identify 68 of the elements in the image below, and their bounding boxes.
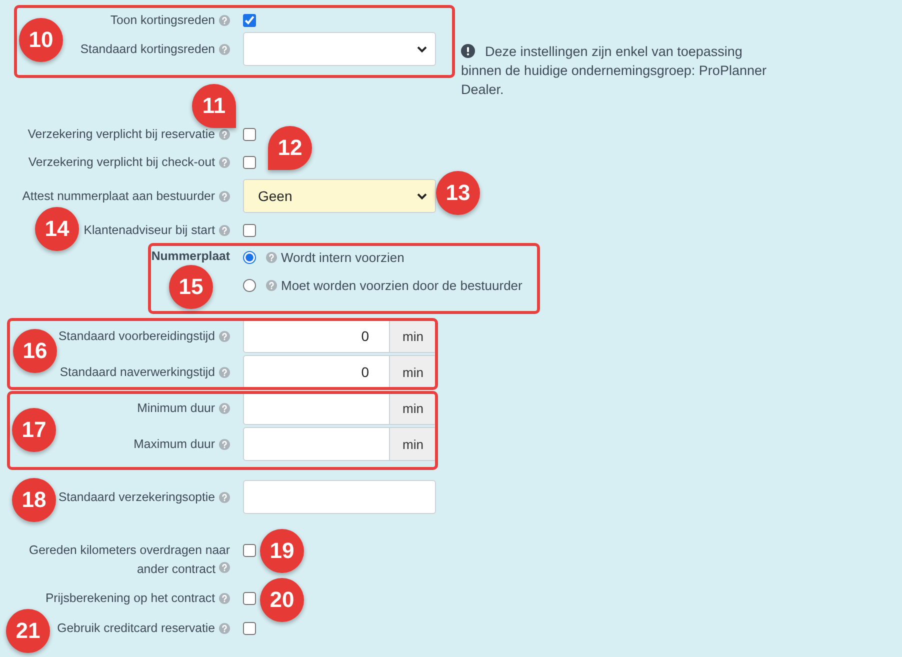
- callout-badge: 13: [436, 171, 480, 215]
- help-icon[interactable]: [219, 224, 230, 236]
- field-label: Maximum duur: [134, 436, 215, 452]
- field-label: Minimum duur: [137, 400, 215, 416]
- input-field[interactable]: [243, 427, 390, 461]
- unit-label: min: [390, 355, 437, 389]
- callout-badge: 19: [260, 529, 304, 573]
- checkbox[interactable]: [243, 622, 256, 634]
- callout-badge: 12: [268, 126, 312, 170]
- chevron-down-icon: [417, 46, 427, 52]
- radio-button[interactable]: [243, 250, 256, 264]
- field-label: Standaard voorbereidingstijd: [58, 328, 215, 344]
- field-label: Prijsberekening op het contract: [45, 590, 215, 606]
- field-label: Klantenadviseur bij start: [84, 222, 215, 238]
- checkbox[interactable]: [243, 14, 256, 26]
- input-field[interactable]: [243, 391, 390, 425]
- field-label: Toon kortingsreden: [110, 12, 215, 28]
- help-icon[interactable]: [219, 492, 230, 502]
- field-label: Standaard naverwerkingstijd: [60, 364, 215, 380]
- field-label: Gereden kilometers overdragen naar ander contract: [28, 542, 230, 578]
- unit-label: min: [390, 427, 437, 461]
- help-icon[interactable]: [219, 562, 230, 573]
- callout-badge: 15: [169, 265, 213, 309]
- callout-badge: 20: [260, 578, 304, 622]
- callout-badge: 17: [12, 408, 56, 452]
- callout-badge: 21: [6, 609, 50, 653]
- radio-label: Wordt intern voorzien: [281, 250, 404, 264]
- callout-badge: 10: [19, 18, 63, 62]
- input-field[interactable]: 0: [243, 355, 390, 389]
- input-field[interactable]: 0: [243, 319, 390, 353]
- exclamation-icon: [461, 44, 475, 58]
- field-label: Gebruik creditcard reservatie: [57, 620, 215, 636]
- callout-badge: 11: [192, 84, 236, 128]
- checkbox[interactable]: [243, 544, 256, 557]
- input-field[interactable]: [243, 480, 436, 514]
- callout-badge: 14: [35, 207, 79, 251]
- help-icon[interactable]: [266, 280, 277, 290]
- chevron-down-icon: [417, 192, 427, 200]
- radio-button[interactable]: [243, 278, 256, 292]
- help-icon[interactable]: [219, 330, 230, 342]
- help-icon[interactable]: [219, 366, 230, 378]
- field-label: Attest nummerplaat aan bestuurder: [22, 188, 215, 204]
- field-label: Verzekering verplicht bij check-out: [28, 154, 215, 170]
- help-icon[interactable]: [219, 128, 230, 140]
- radio-label: Moet worden voorzien door de bestuurder: [281, 278, 522, 292]
- field-label: Standaard verzekeringsoptie: [58, 488, 215, 506]
- checkbox[interactable]: [243, 592, 256, 604]
- info-note: Deze instellingen zijn enkel van toepassing binnen de huidige ondernemingsgroep: ProPlanner Dealer.: [461, 43, 768, 99]
- callout-badge: 18: [12, 478, 56, 522]
- help-icon[interactable]: [219, 14, 230, 26]
- checkbox[interactable]: [243, 128, 256, 140]
- help-icon[interactable]: [219, 190, 230, 202]
- checkbox[interactable]: [243, 224, 256, 236]
- help-icon[interactable]: [219, 402, 230, 414]
- field-label: Nummerplaat: [151, 248, 230, 265]
- help-icon[interactable]: [219, 156, 230, 168]
- help-icon[interactable]: [266, 252, 277, 262]
- checkbox[interactable]: [243, 156, 256, 168]
- help-icon[interactable]: [219, 44, 230, 54]
- help-icon[interactable]: [219, 592, 230, 604]
- field-label: Standaard kortingsreden: [80, 40, 215, 58]
- callout-badge: 16: [13, 329, 57, 373]
- select-field[interactable]: [243, 32, 436, 66]
- help-icon[interactable]: [219, 622, 230, 634]
- field-label: Verzekering verplicht bij reservatie: [28, 126, 215, 142]
- help-icon[interactable]: [219, 438, 230, 450]
- select-field[interactable]: Geen: [243, 179, 436, 213]
- unit-label: min: [390, 319, 437, 353]
